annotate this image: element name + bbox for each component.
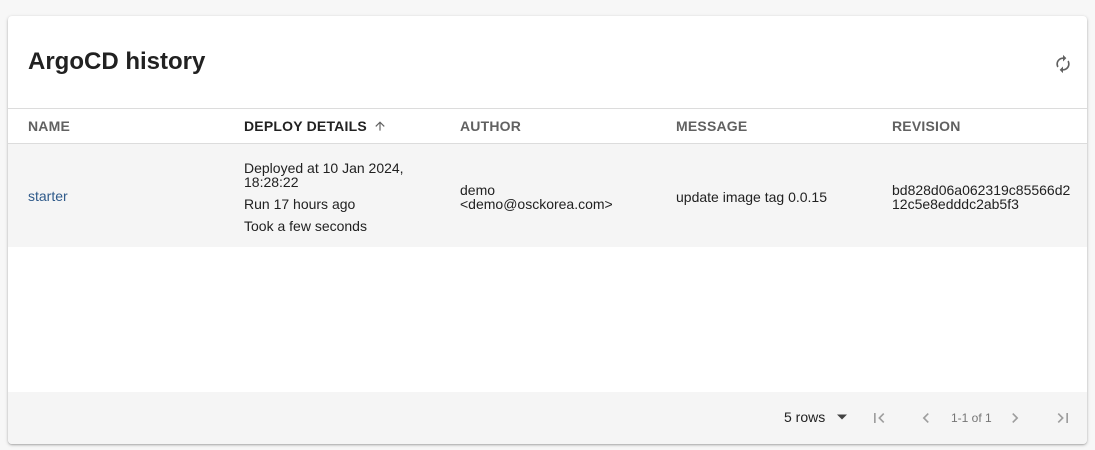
card-title: ArgoCD history bbox=[28, 48, 206, 75]
revision-cell: bd828d06a062319c85566d2 12c5e8edddc2ab5f… bbox=[892, 183, 1070, 211]
chevron-right-icon bbox=[1012, 413, 1019, 423]
rows-per-page-value: 5 rows bbox=[784, 409, 826, 425]
first-page-icon bbox=[874, 413, 885, 423]
chevron-left-icon bbox=[922, 413, 929, 423]
deploy-details-cell: Deployed at 10 Jan 2024, 18:28:22 Run 17… bbox=[244, 161, 404, 233]
refresh-button[interactable] bbox=[1048, 49, 1078, 79]
column-header-deploy-details[interactable]: DEPLOY DETAILS bbox=[244, 109, 387, 143]
table-header: NAME DEPLOY DETAILS AUTHOR MESSAGE REVIS… bbox=[8, 109, 1087, 144]
run-time: Run 17 hours ago bbox=[244, 196, 356, 212]
commit-message: update image tag 0.0.15 bbox=[676, 189, 828, 205]
pagination-bar: 5 rows 1-1 of 1 bbox=[8, 392, 1087, 444]
last-page-icon bbox=[1057, 413, 1068, 423]
column-header-message[interactable]: MESSAGE bbox=[676, 109, 747, 143]
deployed-at-line2: 18:28:22 bbox=[244, 174, 299, 190]
revision-line2: 12c5e8edddc2ab5f3 bbox=[892, 196, 1019, 212]
app-name-link[interactable]: starter bbox=[28, 189, 68, 203]
previous-page-button[interactable] bbox=[914, 406, 938, 430]
revision-line1: bd828d06a062319c85566d2 bbox=[892, 182, 1071, 198]
rows-per-page-select[interactable]: 5 rows bbox=[784, 409, 848, 425]
dropdown-caret-icon bbox=[837, 414, 848, 420]
author-email: <demo@osckorea.com> bbox=[460, 196, 613, 212]
card-header: ArgoCD history bbox=[8, 16, 1087, 109]
author-name: demo bbox=[460, 182, 496, 198]
author-cell: demo <demo@osckorea.com> bbox=[460, 183, 613, 211]
first-page-button[interactable] bbox=[867, 406, 891, 430]
next-page-button[interactable] bbox=[1003, 406, 1027, 430]
column-header-revision[interactable]: REVISION bbox=[892, 109, 961, 143]
page-info: 1-1 of 1 bbox=[951, 411, 992, 425]
column-header-name[interactable]: NAME bbox=[28, 109, 70, 143]
column-header-label: DEPLOY DETAILS bbox=[244, 118, 367, 134]
history-card: ArgoCD history NAME DEPLOY DETAILS AUTHO… bbox=[8, 16, 1087, 444]
duration: Took a few seconds bbox=[244, 218, 367, 234]
sort-arrow-up-icon bbox=[375, 121, 385, 131]
last-page-button[interactable] bbox=[1051, 406, 1075, 430]
deployed-at-line1: Deployed at 10 Jan 2024, bbox=[244, 160, 404, 176]
table-row: starter Deployed at 10 Jan 2024, 18:28:2… bbox=[8, 144, 1087, 247]
column-header-author[interactable]: AUTHOR bbox=[460, 109, 521, 143]
refresh-icon bbox=[1056, 54, 1070, 74]
